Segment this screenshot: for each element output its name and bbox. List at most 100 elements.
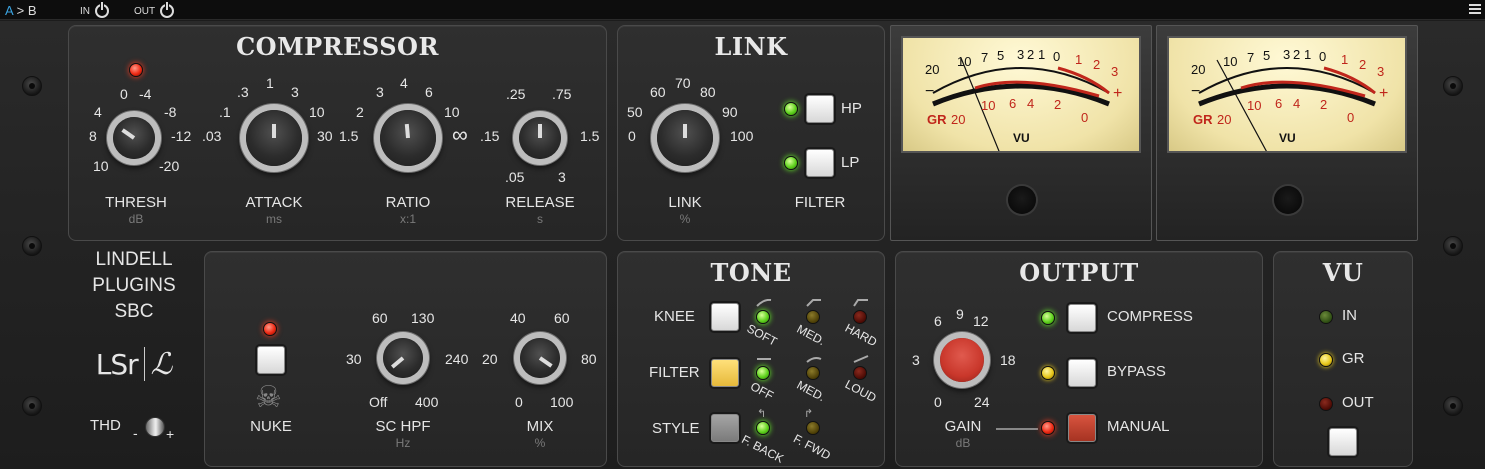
vu-tick: 2 [1027, 47, 1034, 62]
link-knob[interactable] [657, 110, 713, 166]
ffwd-option: F. FWD [791, 431, 833, 463]
hp-label: HP [841, 100, 862, 117]
vu-mode-button[interactable] [1329, 428, 1357, 456]
release-label: RELEASE [505, 194, 575, 211]
release-knob[interactable] [519, 117, 561, 159]
gain-knob[interactable] [940, 338, 984, 382]
screw-icon [1443, 76, 1463, 96]
hamburger-icon[interactable] [1469, 2, 1481, 16]
loud-led [853, 366, 867, 380]
med-filter-option: MED. [794, 377, 828, 405]
l-logo: ℒ [150, 346, 173, 382]
compress-label: COMPRESS [1107, 308, 1193, 325]
compressor-title: COMPRESSOR [236, 32, 439, 61]
soft-led [756, 310, 770, 324]
thd-knob[interactable] [145, 417, 165, 437]
scale-label: 8 [89, 128, 97, 144]
filter-tone-button[interactable] [711, 359, 739, 387]
bypass-button[interactable] [1068, 359, 1096, 387]
skull-crossbones-icon: ☠ [255, 381, 282, 414]
loud-option: LOUD [842, 376, 879, 406]
in-power-icon[interactable] [95, 2, 109, 18]
sc-hpf-label: SC HPF [375, 418, 431, 435]
preset-b[interactable]: B [28, 3, 37, 18]
thresh-knob[interactable] [113, 117, 155, 159]
vu-minus: − [925, 83, 934, 100]
lp-filter-button[interactable] [806, 149, 834, 177]
ab-arrow-icon[interactable]: > [17, 3, 25, 18]
scale-label: .15 [480, 128, 500, 144]
vu-minus: − [1191, 83, 1200, 100]
screw-icon [1443, 236, 1463, 256]
ratio-knob[interactable] [380, 110, 436, 166]
scale-label: 30 [317, 128, 333, 144]
fback-option: F. BACK [739, 432, 786, 466]
ffwd-led [806, 421, 820, 435]
vu-select-panel: VU IN GR OUT [1273, 251, 1413, 467]
brand-line-3: SBC [114, 301, 154, 322]
gr-tick: 4 [1293, 96, 1300, 111]
vu-tick: 10 [957, 54, 971, 69]
vu-gr-led [1319, 353, 1333, 367]
nuke-button[interactable] [257, 346, 285, 374]
vu-out-led [1319, 397, 1333, 411]
med-curve-icon [806, 299, 821, 307]
vu-scale-graphic: 20 10 7 5 3 2 1 0 1 2 3 − + GR 20 10 6 4… [1191, 47, 1388, 157]
scale-label: 80 [700, 84, 716, 100]
output-power[interactable]: OUT [134, 2, 175, 18]
manual-button[interactable] [1068, 414, 1096, 442]
vu-tick: 7 [981, 50, 988, 65]
out-power-icon[interactable] [160, 2, 175, 18]
off-led [756, 366, 770, 380]
compress-button[interactable] [1068, 304, 1096, 332]
gr-tick: 20 [1217, 112, 1231, 127]
scale-label: 50 [627, 104, 643, 120]
out-label: OUT [134, 5, 156, 17]
link-label: LINK [668, 194, 702, 211]
vu-tick: 3 [1377, 64, 1384, 79]
scale-label: 100 [550, 394, 574, 410]
ab-compare[interactable]: A > B [5, 3, 36, 18]
sc-hpf-knob[interactable] [383, 338, 423, 378]
nuke-led [263, 322, 277, 336]
output-title: OUTPUT [1019, 258, 1139, 287]
vu-plus: + [1113, 85, 1122, 102]
scale-label: 40 [510, 310, 526, 326]
knee-label: KNEE [654, 308, 695, 325]
input-power[interactable]: IN [80, 2, 109, 18]
scale-label: 24 [974, 394, 990, 410]
vu-tick: 2 [1359, 57, 1366, 72]
screw-icon [1443, 396, 1463, 416]
scale-label: 4 [400, 75, 408, 91]
mix-knob[interactable] [520, 338, 560, 378]
scale-label: 0 [120, 86, 128, 102]
lp-led [784, 156, 798, 170]
scale-label: 60 [372, 310, 388, 326]
scale-label: 0 [934, 394, 942, 410]
thd-minus: - [133, 425, 138, 441]
knee-button[interactable] [711, 303, 739, 331]
attack-knob[interactable] [246, 110, 302, 166]
scale-label: 130 [411, 310, 435, 326]
style-button[interactable] [711, 414, 739, 442]
scale-label: .3 [237, 84, 249, 100]
attack-unit: ms [266, 212, 282, 226]
preset-a[interactable]: A [5, 3, 13, 18]
scale-label: 4 [94, 104, 102, 120]
link-panel: LINK 60 70 80 50 90 0 100 LINK % HP LP F… [617, 25, 885, 241]
hp-filter-button[interactable] [806, 95, 834, 123]
vu-tick: 3 [1111, 64, 1118, 79]
scale-label: -12 [171, 128, 192, 144]
scale-label: -8 [164, 104, 177, 120]
vu-in-label: IN [1342, 307, 1357, 324]
meter-adjust-screw [1008, 186, 1036, 214]
vu-tick: 1 [1304, 47, 1311, 62]
scale-label: 60 [554, 310, 570, 326]
vu-tick: 0 [1053, 49, 1060, 64]
scale-label: 1.5 [580, 128, 600, 144]
scale-label: 240 [445, 351, 469, 367]
scale-label: .25 [506, 86, 526, 102]
vu-tick: 3 [1283, 47, 1290, 62]
vu-gr-label: GR [1342, 350, 1365, 367]
nuke-label: NUKE [250, 418, 292, 435]
